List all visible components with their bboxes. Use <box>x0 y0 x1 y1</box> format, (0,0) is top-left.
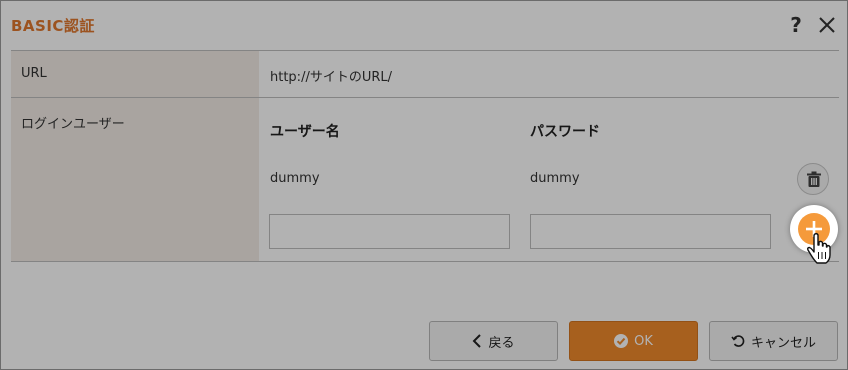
hand-cursor-icon <box>807 232 831 264</box>
user-row-username: dummy <box>270 171 320 186</box>
trash-icon <box>807 171 821 187</box>
help-icon[interactable]: ? <box>787 13 805 37</box>
login-user-label: ログインユーザー <box>21 117 125 132</box>
cancel-button[interactable]: キャンセル <box>709 321 838 361</box>
password-column-header: パスワード <box>530 124 600 140</box>
dialog-header: BASIC認証 ? <box>1 1 847 49</box>
url-value: http://サイトのURL/ <box>270 70 392 85</box>
close-icon[interactable] <box>818 16 836 34</box>
new-password-input[interactable] <box>530 214 771 249</box>
back-button[interactable]: 戻る <box>429 321 558 361</box>
ok-button[interactable]: OK <box>569 321 698 361</box>
divider <box>11 261 839 262</box>
cancel-button-label: キャンセル <box>750 335 816 351</box>
new-username-input[interactable] <box>269 214 510 249</box>
undo-icon <box>731 335 745 347</box>
ok-button-label: OK <box>634 333 653 349</box>
delete-user-button[interactable] <box>797 163 829 195</box>
username-column-header: ユーザー名 <box>270 124 340 140</box>
url-label: URL <box>21 66 47 81</box>
url-label-cell <box>11 51 259 97</box>
dialog-title: BASIC認証 <box>11 17 95 35</box>
divider <box>11 50 839 51</box>
divider <box>11 97 839 98</box>
back-button-label: 戻る <box>488 335 515 351</box>
user-row-password: dummy <box>530 171 580 186</box>
check-circle-icon <box>614 334 629 348</box>
basic-auth-dialog: BASIC認証 ? URL http://サイトのURL/ ログインユーザー ユ… <box>0 0 848 370</box>
chevron-left-icon <box>473 334 482 348</box>
